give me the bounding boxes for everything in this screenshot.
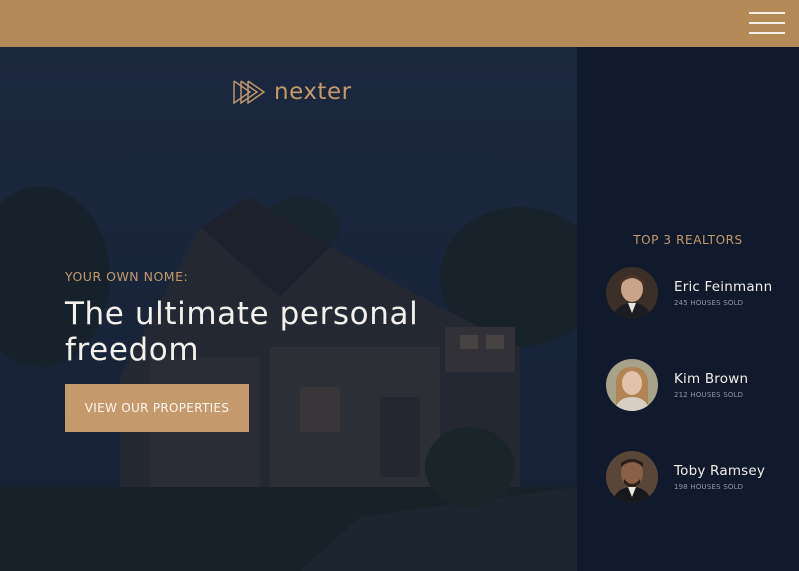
view-properties-button[interactable]: VIEW OUR PROPERTIES xyxy=(65,384,249,432)
hero-section: nexter YOUR OWN NOME: The ultimate perso… xyxy=(0,47,577,571)
triple-play-arrow-icon xyxy=(233,80,266,105)
realtor-item[interactable]: Eric Feinmann 245 HOUSES SOLD xyxy=(606,266,796,320)
avatar xyxy=(606,359,658,411)
realtor-name: Toby Ramsey xyxy=(674,463,766,479)
realtor-sold-count: 245 HOUSES SOLD xyxy=(674,299,744,307)
top-bar xyxy=(0,0,799,47)
realtors-title: TOP 3 REALTORS xyxy=(633,233,743,247)
avatar xyxy=(606,451,658,503)
hamburger-menu-icon[interactable] xyxy=(749,12,785,34)
realtor-item[interactable]: Toby Ramsey 198 HOUSES SOLD xyxy=(606,450,796,504)
logo[interactable]: nexter xyxy=(233,77,352,107)
logo-text: nexter xyxy=(274,79,352,105)
headline-line-1: The ultimate personal xyxy=(65,296,419,332)
realtor-item[interactable]: Kim Brown 212 HOUSES SOLD xyxy=(606,358,796,412)
headline-line-2: freedom xyxy=(65,332,200,368)
avatar xyxy=(606,267,658,319)
hero-eyebrow: YOUR OWN NOME: xyxy=(65,269,189,284)
realtor-sold-count: 212 HOUSES SOLD xyxy=(674,391,744,399)
hero-headline: The ultimate personal freedom xyxy=(65,296,485,368)
realtor-name: Eric Feinmann xyxy=(674,279,773,295)
realtors-sidebar: TOP 3 REALTORS Eric Feinmann 245 HOUSES … xyxy=(577,47,799,571)
realtor-name: Kim Brown xyxy=(674,371,749,387)
realtor-sold-count: 198 HOUSES SOLD xyxy=(674,483,744,491)
